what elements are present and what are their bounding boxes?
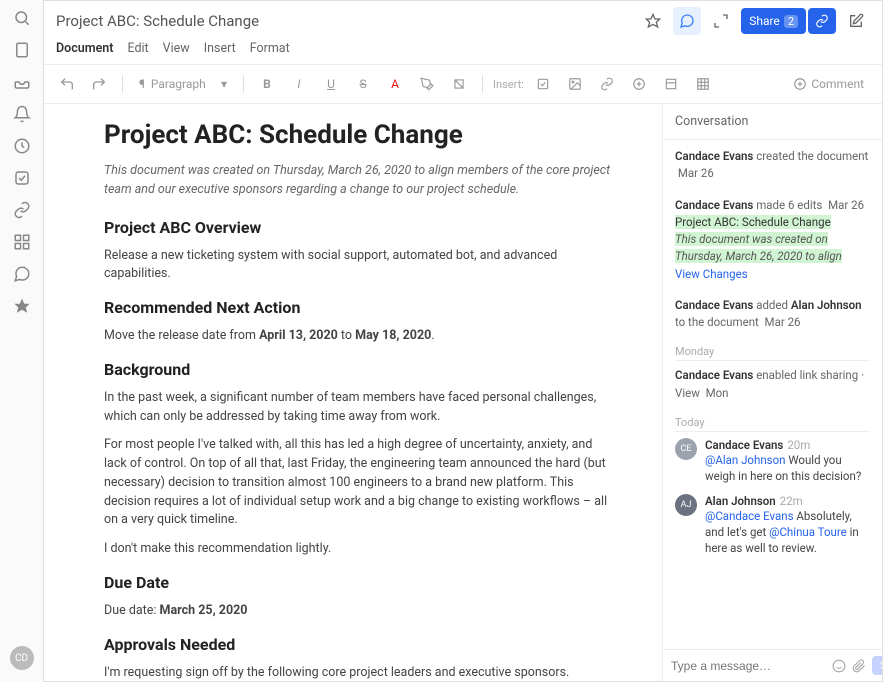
check-icon[interactable] [12,168,32,188]
conversation-body: Candace Evans created the document Mar 2… [663,140,882,649]
background-p2: For most people I've talked with, all th… [104,436,614,530]
insert-checkbox-button[interactable] [530,71,556,97]
mention[interactable]: @Alan Johnson [705,453,786,467]
conversation-toggle-button[interactable] [673,7,701,35]
conversation-panel: Conversation Candace Evans created the d… [662,104,882,681]
view-changes-link[interactable]: View Changes [675,267,748,281]
avatar: AJ [675,494,697,516]
bold-button[interactable]: B [254,71,280,97]
nextaction-heading: Recommended Next Action [104,298,614,317]
overview-heading: Project ABC Overview [104,218,614,237]
search-icon[interactable] [12,8,32,28]
message-input[interactable] [671,659,826,673]
menu-view[interactable]: View [163,41,190,56]
menu-format[interactable]: Format [250,41,290,56]
strike-button[interactable]: S [350,71,376,97]
paragraph-style-select[interactable]: ¶ Paragraph ▾ [133,77,233,91]
emoji-icon[interactable] [832,659,846,673]
favorite-star-button[interactable] [639,7,667,35]
nextaction-text: Move the release date from April 13, 202… [104,327,614,346]
menu-document[interactable]: Document [56,41,113,56]
grid-icon[interactable] [12,232,32,252]
insert-spreadsheet-button[interactable] [658,71,684,97]
message-input-row: Send [663,649,882,681]
italic-button[interactable]: I [286,71,312,97]
insert-table-button[interactable] [690,71,716,97]
day-separator: Monday [675,345,870,361]
duedate-text: Due date: March 25, 2020 [104,602,614,621]
document-title: Project ABC: Schedule Change [56,12,639,30]
link-icon[interactable] [12,200,32,220]
header: Project ABC: Schedule Change Share 2 Docu… [44,1,882,65]
background-p1: In the past week, a significant number o… [104,389,614,427]
insert-image-button[interactable] [562,71,588,97]
textcolor-button[interactable]: A [382,71,408,97]
edit-button[interactable] [842,7,870,35]
send-button[interactable]: Send [872,656,882,675]
duedate-heading: Due Date [104,573,614,592]
undo-button[interactable] [54,71,80,97]
menu-edit[interactable]: Edit [127,41,148,56]
add-comment-button[interactable]: Comment [793,77,864,91]
approvals-text: I'm requesting sign off by the following… [104,664,614,682]
menu-insert[interactable]: Insert [204,41,236,56]
day-separator: Today [675,416,870,432]
share-label: Share [749,14,780,28]
activity-item: Candace Evans created the document Mar 2… [675,148,870,183]
document-body[interactable]: Project ABC: Schedule Change This docume… [44,104,662,681]
activity-item: Candace Evans enabled link sharing · Vie… [675,367,870,402]
message-row: CE Candace Evans20m @Alan Johnson Would … [675,438,870,484]
background-p3: I don't make this recommendation lightly… [104,540,614,559]
expand-button[interactable] [707,7,735,35]
clock-icon[interactable] [12,136,32,156]
insert-label: Insert: [493,78,524,91]
message-row: AJ Alan Johnson22m @Candace Evans Absolu… [675,494,870,556]
background-heading: Background [104,360,614,379]
doc-h1: Project ABC: Schedule Change [104,120,614,150]
menu-bar: Document Edit View Insert Format [56,35,870,64]
left-navbar: CD [0,0,44,682]
underline-button[interactable]: U [318,71,344,97]
approvals-heading: Approvals Needed [104,635,614,654]
overview-text: Release a new ticketing system with soci… [104,247,614,285]
activity-item: Candace Evans made 6 edits Mar 26 Projec… [675,197,870,283]
attach-icon[interactable] [852,659,866,673]
chat-icon[interactable] [12,264,32,284]
share-link-button[interactable] [808,8,836,34]
insert-mention-button[interactable] [626,71,652,97]
bell-icon[interactable] [12,104,32,124]
redo-button[interactable] [86,71,112,97]
user-avatar[interactable]: CD [10,646,34,670]
mention[interactable]: @Chinua Toure [769,525,847,539]
star-icon[interactable] [12,296,32,316]
avatar: CE [675,438,697,460]
insert-link-button[interactable] [594,71,620,97]
toolbar: ¶ Paragraph ▾ B I U S A Insert: Comment [44,65,882,104]
highlight-button[interactable] [414,71,440,97]
share-button[interactable]: Share 2 [741,8,806,34]
document-icon[interactable] [12,40,32,60]
share-count: 2 [784,15,798,28]
doc-intro: This document was created on Thursday, M… [104,162,614,200]
conversation-header: Conversation [663,104,882,140]
clearformat-button[interactable] [446,71,472,97]
mention[interactable]: @Candace Evans [705,509,794,523]
main-pane: Project ABC: Schedule Change Share 2 Docu… [44,0,883,682]
inbox-icon[interactable] [12,72,32,92]
activity-item: Candace Evans added Alan Johnson to the … [675,297,870,332]
